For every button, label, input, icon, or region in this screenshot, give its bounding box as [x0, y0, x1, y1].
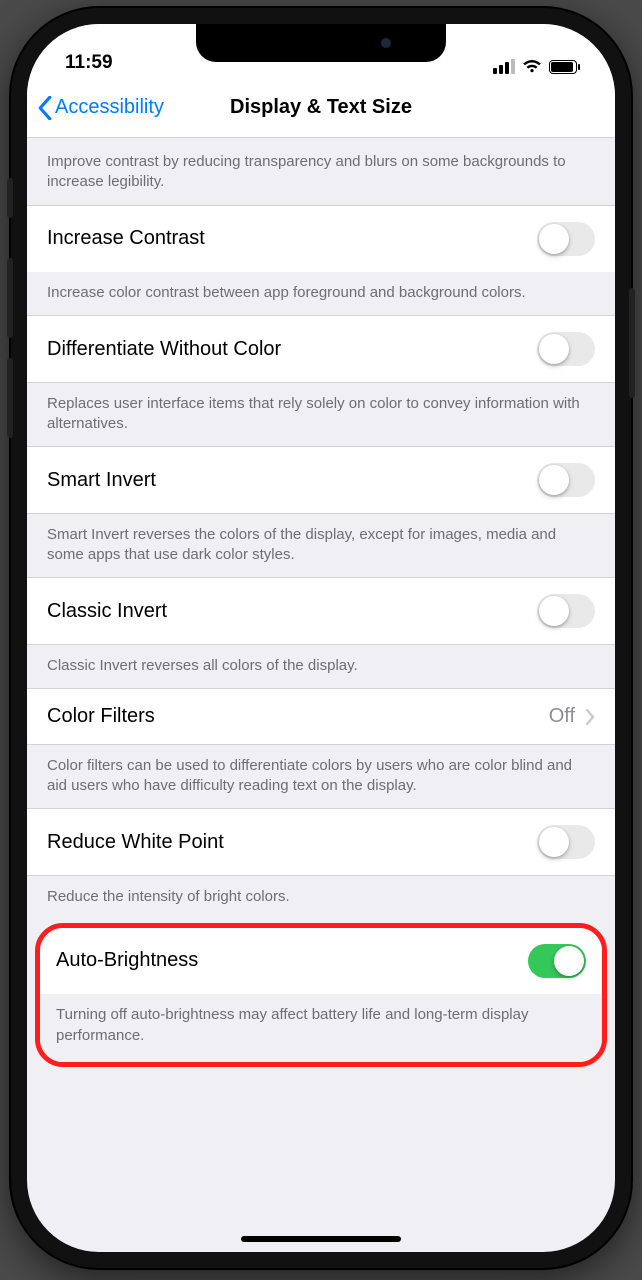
classic-invert-footer: Classic Invert reverses all colors of th…	[27, 645, 615, 688]
auto-brightness-toggle[interactable]	[528, 944, 586, 978]
battery-icon	[549, 60, 577, 74]
wifi-icon	[522, 59, 542, 74]
volume-down-button	[7, 358, 13, 438]
smart-invert-label: Smart Invert	[47, 469, 156, 492]
settings-content[interactable]: Improve contrast by reducing transparenc…	[27, 138, 615, 1238]
differentiate-without-color-footer: Replaces user interface items that rely …	[27, 383, 615, 447]
reduce-white-point-row[interactable]: Reduce White Point	[27, 808, 615, 876]
classic-invert-row[interactable]: Classic Invert	[27, 577, 615, 645]
classic-invert-label: Classic Invert	[47, 600, 167, 623]
device-frame: 11:59 Accessibility Display & Text Size …	[11, 8, 631, 1268]
status-time: 11:59	[65, 52, 113, 74]
smart-invert-toggle[interactable]	[537, 463, 595, 497]
camera-icon	[381, 38, 391, 48]
mute-switch	[7, 178, 13, 218]
differentiate-without-color-row[interactable]: Differentiate Without Color	[27, 315, 615, 383]
reduce-white-point-toggle[interactable]	[537, 825, 595, 859]
auto-brightness-label: Auto-Brightness	[56, 949, 198, 972]
reduce-transparency-footer: Improve contrast by reducing transparenc…	[27, 138, 615, 205]
differentiate-without-color-label: Differentiate Without Color	[47, 338, 281, 361]
chevron-left-icon	[37, 96, 53, 120]
notch	[196, 24, 446, 62]
cellular-icon	[493, 59, 515, 74]
color-filters-label: Color Filters	[47, 705, 155, 728]
side-button	[629, 288, 635, 398]
color-filters-row[interactable]: Color Filters Off	[27, 688, 615, 745]
status-right	[493, 59, 577, 74]
page-title: Display & Text Size	[230, 96, 412, 119]
color-filters-value: Off	[549, 705, 575, 728]
increase-contrast-toggle[interactable]	[537, 222, 595, 256]
smart-invert-row[interactable]: Smart Invert	[27, 446, 615, 514]
auto-brightness-row[interactable]: Auto-Brightness	[40, 928, 602, 995]
screen: 11:59 Accessibility Display & Text Size …	[27, 24, 615, 1252]
reduce-white-point-label: Reduce White Point	[47, 831, 224, 854]
color-filters-right: Off	[549, 705, 595, 728]
volume-up-button	[7, 258, 13, 338]
home-indicator[interactable]	[241, 1236, 401, 1242]
auto-brightness-footer: Turning off auto-brightness may affect b…	[40, 994, 602, 1062]
color-filters-footer: Color filters can be used to differentia…	[27, 745, 615, 809]
back-button[interactable]: Accessibility	[27, 96, 164, 120]
increase-contrast-label: Increase Contrast	[47, 227, 205, 250]
increase-contrast-footer: Increase color contrast between app fore…	[27, 272, 615, 315]
nav-bar: Accessibility Display & Text Size	[27, 78, 615, 138]
reduce-white-point-footer: Reduce the intensity of bright colors.	[27, 876, 615, 919]
chevron-right-icon	[585, 709, 595, 725]
back-label: Accessibility	[55, 96, 164, 119]
differentiate-without-color-toggle[interactable]	[537, 332, 595, 366]
smart-invert-footer: Smart Invert reverses the colors of the …	[27, 514, 615, 578]
auto-brightness-highlight: Auto-Brightness Turning off auto-brightn…	[35, 923, 607, 1067]
increase-contrast-row[interactable]: Increase Contrast	[27, 205, 615, 273]
classic-invert-toggle[interactable]	[537, 594, 595, 628]
